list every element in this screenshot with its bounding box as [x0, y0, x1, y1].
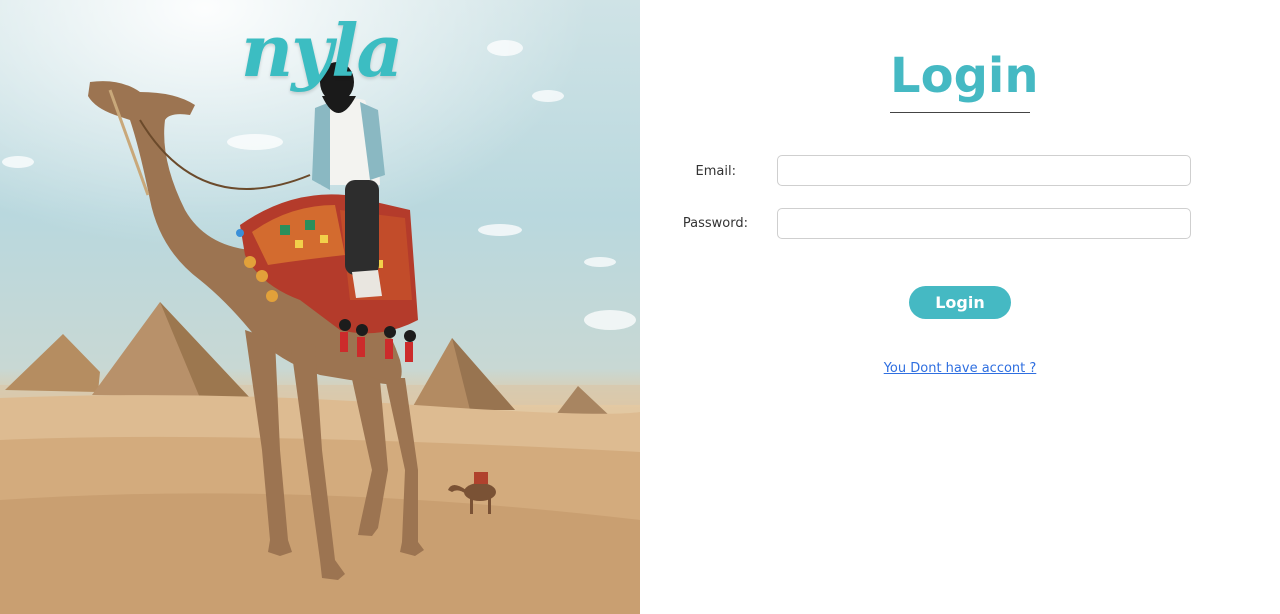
signup-link[interactable]: You Dont have accont ? [860, 361, 1060, 376]
email-field[interactable] [777, 155, 1191, 186]
email-label: Email: [695, 164, 736, 179]
password-field[interactable] [777, 208, 1191, 239]
brand-logo: nyla [240, 7, 403, 93]
title-underline [890, 112, 1030, 113]
password-label: Password: [682, 216, 748, 231]
login-button[interactable]: Login [909, 286, 1011, 319]
login-panel: Login Email: Password: Login You Dont ha… [640, 0, 1280, 614]
login-title: Login [890, 48, 1039, 104]
hero-image: nyla [0, 0, 640, 614]
